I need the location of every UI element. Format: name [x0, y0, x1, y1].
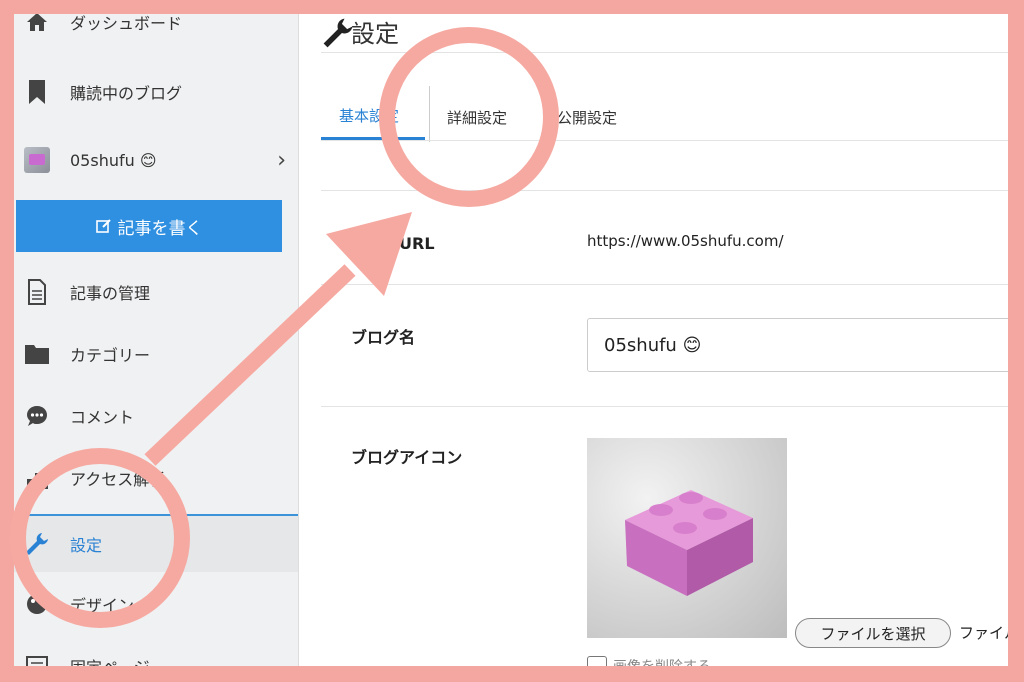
- comment-icon: [24, 403, 50, 429]
- divider: [321, 52, 1008, 53]
- sidebar-item-design[interactable]: デザイン: [14, 576, 298, 632]
- sidebar-item-label: 記事の管理: [70, 284, 151, 303]
- sidebar-item-label: ダッシュボード: [70, 14, 183, 33]
- sidebar-item-label: 05shufu 😊: [70, 150, 157, 170]
- divider: [321, 190, 1008, 191]
- sidebar-item-settings[interactable]: 設定: [14, 514, 298, 572]
- divider: [321, 284, 1008, 285]
- sidebar-item-comments[interactable]: コメント: [14, 388, 298, 444]
- bookmark-icon: [24, 79, 50, 105]
- bar-chart-icon: [24, 465, 50, 491]
- sidebar-item-label: 設定: [70, 536, 103, 555]
- sidebar-item-dashboard[interactable]: ダッシュボード: [14, 14, 298, 50]
- page-icon: [24, 653, 50, 666]
- choose-file-button[interactable]: ファイルを選択: [795, 618, 951, 648]
- sidebar-item-label: カテゴリー: [70, 346, 151, 365]
- tab-basic-settings[interactable]: 基本設定: [321, 94, 425, 140]
- blog-thumbnail: [24, 147, 50, 173]
- sidebar-item-label: アクセス解析: [70, 470, 166, 489]
- write-article-button[interactable]: 記事を書く: [16, 200, 282, 252]
- delete-icon-checkbox[interactable]: [587, 656, 607, 666]
- tab-divider: [429, 86, 430, 142]
- sidebar-item-label: コメント: [70, 408, 135, 427]
- sidebar-item-categories[interactable]: カテゴリー: [14, 326, 298, 382]
- sidebar-item-manage-articles[interactable]: 記事の管理: [14, 264, 298, 320]
- divider: [321, 140, 1008, 141]
- sidebar-item-label: デザイン: [70, 596, 135, 615]
- blog-url-value: https://www.05shufu.com/: [587, 232, 784, 250]
- sidebar-item-blog[interactable]: 05shufu 😊 ›: [14, 132, 298, 188]
- sidebar-item-subscribed-blogs[interactable]: 購読中のブログ: [14, 64, 298, 120]
- edit-icon: [95, 219, 111, 233]
- sidebar-item-analytics[interactable]: アクセス解析: [14, 450, 298, 506]
- wrench-icon: [24, 531, 50, 557]
- wrench-icon: [321, 16, 355, 50]
- palette-icon: [24, 591, 50, 617]
- tab-advanced-settings[interactable]: 詳細設定: [447, 94, 507, 140]
- document-icon: [24, 279, 50, 305]
- page-title: 設定: [351, 20, 399, 48]
- sidebar-item-label: 固定ページ: [70, 654, 150, 666]
- delete-icon-label: 画像を削除する: [613, 656, 711, 666]
- blog-name-label: ブログ名: [351, 328, 416, 347]
- tab-bar: 基本設定 詳細設定 公開設定: [321, 86, 1008, 144]
- screenshot-frame: ダッシュボード 購読中のブログ 05shufu 😊 › 記事を書く 記事の管理: [14, 14, 1008, 666]
- divider: [321, 406, 1008, 407]
- sidebar-item-label: 購読中のブログ: [70, 84, 183, 103]
- write-article-label: 記事を書く: [117, 218, 203, 239]
- blog-url-label: ブログURL: [351, 234, 435, 253]
- sidebar: ダッシュボード 購読中のブログ 05shufu 😊 › 記事を書く 記事の管理: [14, 14, 299, 666]
- blog-name-input[interactable]: [587, 318, 1008, 372]
- blog-icon-image: [587, 438, 787, 638]
- main-content: 設定 基本設定 詳細設定 公開設定 ブログURL https://www.05s…: [299, 14, 1008, 666]
- blog-icon-label: ブログアイコン: [351, 448, 463, 467]
- folder-icon: [24, 341, 50, 367]
- home-icon: [24, 14, 50, 35]
- tab-publish-settings[interactable]: 公開設定: [557, 94, 617, 140]
- file-status-text: ファイル: [959, 624, 1008, 642]
- sidebar-item-static-pages[interactable]: 固定ページ: [14, 638, 298, 666]
- chevron-right-icon: ›: [277, 147, 286, 173]
